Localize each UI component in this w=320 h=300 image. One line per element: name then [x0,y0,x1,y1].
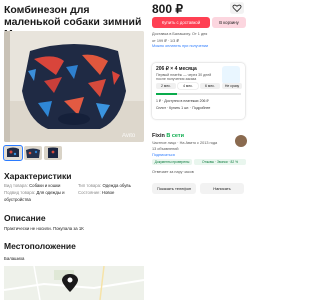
seller-info: Частное лицо · На Авито с 2013 года [152,141,218,145]
main-photo[interactable]: Avito [4,31,144,142]
split-available: 1 ₽ · Доступно в платежах 206 ₽ [156,99,209,103]
split-progress [156,93,241,95]
split-option[interactable]: 6 мес. [200,83,220,89]
thumbnail[interactable] [44,146,62,160]
avito-watermark: Avito [122,133,136,139]
seller-listings[interactable]: 13 объявлений [152,147,178,151]
reply-time: Отвечает за пару часов [152,170,194,174]
subscribe-link[interactable]: Подписаться [152,153,175,157]
buy-with-delivery-button[interactable]: Купить с доставкой [152,17,210,28]
write-message-button[interactable]: Написать [200,183,244,194]
specs-heading: Характеристики [4,171,72,181]
seller-name[interactable]: Fixin [152,133,165,139]
pay-on-receipt-link[interactable]: Можно оплатить при получении [152,44,208,48]
online-status: В сети [166,133,184,139]
split-condition: после получения заказа [156,77,197,81]
add-to-cart-button[interactable]: В корзину [212,17,246,28]
jacket-photo: Avito [4,31,144,142]
specs-left: Вид товара: Собаки и кошки Подвид товара… [4,182,74,203]
description-text: Практически не носили. Покупала за 1К [4,226,84,231]
split-period-selector: 2 мес. 4 мес. 6 мес. Не сразу [156,83,242,89]
split-amount: 206 ₽ × 4 месяца [156,66,197,72]
specs-right: Тип товара: Одежда обувь Состояние: Ново… [78,182,144,196]
spec-row: Состояние: Новое [78,190,115,195]
spec-row: Подвид товара: Для одежды и обустройства [4,190,65,202]
thumbnail[interactable] [24,146,42,160]
heart-icon[interactable] [230,2,244,14]
split-option[interactable]: Не сразу [222,83,242,89]
thumbnail[interactable] [3,145,23,161]
location-heading: Местоположение [4,241,76,251]
spec-row: Тип товара: Одежда обувь [78,183,131,188]
seller-avatar[interactable] [235,135,247,147]
description-heading: Описание [4,213,46,223]
seller-block: Fixin В сети [152,133,184,139]
split-logo-icon [222,66,240,84]
split-option[interactable]: 2 мес. [156,83,176,89]
split-progress-fill [156,93,178,95]
show-phone-button[interactable]: Показать телефон [152,183,196,194]
split-option-selected[interactable]: 4 мес. [178,83,198,89]
delivery-info: Доставка в Балашиху. От 1 дня [152,32,208,36]
location-map[interactable] [4,266,144,300]
split-payment-card: 206 ₽ × 4 месяца Первый платёж — через 3… [152,63,245,119]
documents-badge: Документы проверены [152,159,192,165]
delivery-price: от 199 ₽ · 1/3 ₽ [152,39,179,43]
spec-row: Вид товара: Собаки и кошки [4,183,61,188]
thumbnail-strip [3,145,62,161]
reviews-badge: Отзывы · Звонки · 82 % [194,159,246,165]
price: 800 ₽ [152,2,183,16]
split-footer[interactable]: Сплит · Купить 1 шт. · Подробнее [156,106,210,110]
location-address: Балашиха [4,256,25,261]
